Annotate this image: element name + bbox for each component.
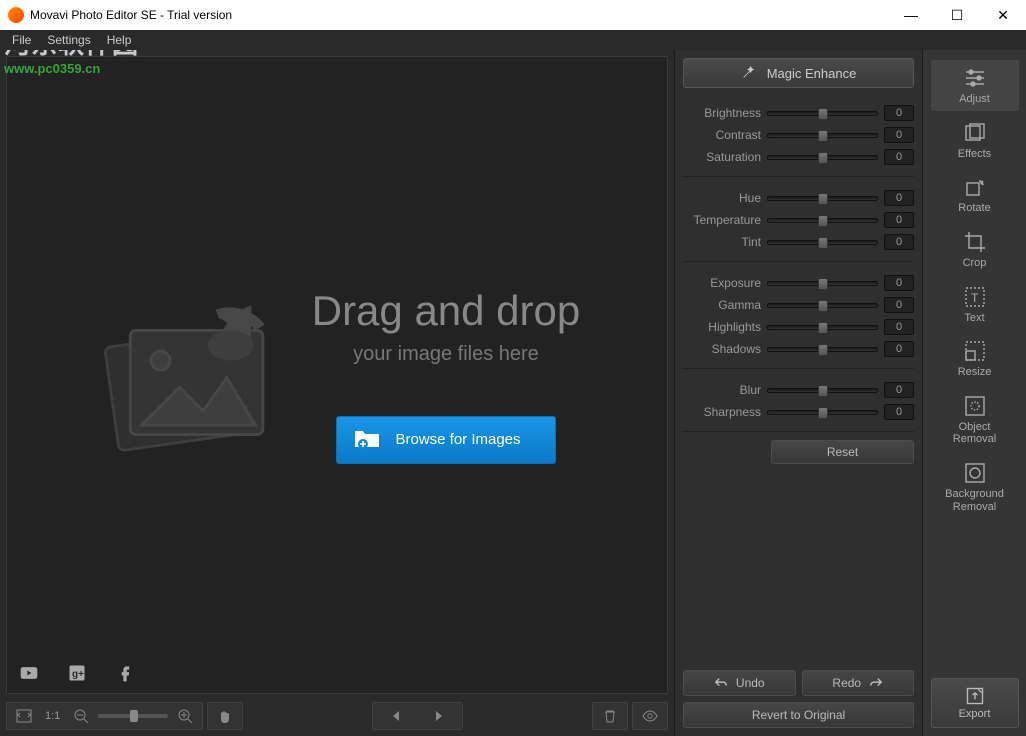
tint-value[interactable]: 0 (884, 234, 914, 250)
facebook-link[interactable] (113, 661, 137, 685)
sharpness-slider[interactable] (767, 410, 878, 415)
window-title: Movavi Photo Editor SE - Trial version (30, 8, 232, 22)
tool-background-removal-label: Background Removal (945, 488, 1004, 513)
window-minimize-button[interactable]: — (888, 0, 934, 30)
highlights-label: Highlights (683, 320, 761, 334)
tool-crop[interactable]: Crop (931, 224, 1019, 275)
contrast-slider[interactable] (767, 133, 878, 138)
contrast-label: Contrast (683, 128, 761, 142)
undo-label: Undo (736, 676, 765, 690)
undo-button[interactable]: Undo (683, 670, 796, 696)
canvas-dropzone[interactable]: Drag and drop your image files here Brow… (6, 56, 668, 694)
adjust-panel: Magic Enhance Brightness 0 Contrast 0 Satu… (674, 50, 922, 736)
export-button[interactable]: Export (931, 678, 1019, 728)
brightness-slider[interactable] (767, 111, 878, 116)
fit-screen-button[interactable] (10, 704, 38, 728)
bottom-toolbar: 1:1 (6, 700, 668, 732)
menu-settings[interactable]: Settings (41, 32, 96, 48)
next-image-button[interactable] (419, 704, 459, 728)
svg-text:T: T (971, 291, 979, 305)
zoom-out-button[interactable] (67, 704, 95, 728)
sharpness-label: Sharpness (683, 405, 761, 419)
tool-rotate[interactable]: Rotate (931, 169, 1019, 220)
prev-image-button[interactable] (376, 704, 416, 728)
hue-label: Hue (683, 191, 761, 205)
tool-resize-label: Resize (958, 366, 992, 379)
window-maximize-button[interactable]: ☐ (934, 0, 980, 30)
brightness-label: Brightness (683, 106, 761, 120)
tool-sidebar: Adjust Effects Rotate Crop T Text Resize (922, 50, 1026, 736)
export-label: Export (959, 708, 991, 720)
magic-enhance-label: Magic Enhance (767, 66, 857, 81)
tool-object-removal[interactable]: Object Removal (931, 388, 1019, 451)
preview-button[interactable] (636, 704, 664, 728)
saturation-slider[interactable] (767, 155, 878, 160)
temperature-slider[interactable] (767, 218, 878, 223)
tool-resize[interactable]: Resize (931, 333, 1019, 384)
drop-title: Drag and drop (312, 287, 581, 335)
window-titlebar: Movavi Photo Editor SE - Trial version —… (0, 0, 1026, 30)
redo-label: Redo (832, 676, 861, 690)
exposure-slider[interactable] (767, 281, 878, 286)
tool-effects-label: Effects (958, 148, 991, 161)
gamma-label: Gamma (683, 298, 761, 312)
shadows-slider[interactable] (767, 347, 878, 352)
menu-file[interactable]: File (6, 32, 37, 48)
browse-images-label: Browse for Images (395, 431, 520, 448)
sharpness-value[interactable]: 0 (884, 404, 914, 420)
temperature-value[interactable]: 0 (884, 212, 914, 228)
gamma-slider[interactable] (767, 303, 878, 308)
menu-help[interactable]: Help (101, 32, 138, 48)
gamma-value[interactable]: 0 (884, 297, 914, 313)
blur-value[interactable]: 0 (884, 382, 914, 398)
magic-enhance-button[interactable]: Magic Enhance (683, 58, 914, 88)
delete-button[interactable] (596, 704, 624, 728)
reset-button[interactable]: Reset (771, 440, 914, 464)
window-close-button[interactable]: ✕ (980, 0, 1026, 30)
drop-subtitle: your image files here (353, 343, 539, 366)
tool-object-removal-label: Object Removal (953, 421, 996, 446)
saturation-label: Saturation (683, 150, 761, 164)
blur-slider[interactable] (767, 388, 878, 393)
highlights-slider[interactable] (767, 325, 878, 330)
browse-images-button[interactable]: Browse for Images (336, 416, 555, 464)
tool-text[interactable]: T Text (931, 279, 1019, 330)
tint-slider[interactable] (767, 240, 878, 245)
revert-button[interactable]: Revert to Original (683, 702, 914, 728)
highlights-value[interactable]: 0 (884, 319, 914, 335)
folder-add-icon (353, 427, 381, 453)
menu-bar: File Settings Help (0, 30, 1026, 50)
app-icon (8, 7, 24, 23)
exposure-label: Exposure (683, 276, 761, 290)
zoom-slider[interactable] (98, 714, 168, 718)
zoom-in-button[interactable] (171, 704, 199, 728)
google-plus-link[interactable]: g+ (65, 661, 89, 685)
blur-label: Blur (683, 383, 761, 397)
svg-text:g+: g+ (72, 669, 84, 680)
saturation-value[interactable]: 0 (884, 149, 914, 165)
hue-value[interactable]: 0 (884, 190, 914, 206)
contrast-value[interactable]: 0 (884, 127, 914, 143)
temperature-label: Temperature (683, 213, 761, 227)
shadows-label: Shadows (683, 342, 761, 356)
zoom-actual-button[interactable]: 1:1 (41, 704, 64, 728)
hue-slider[interactable] (767, 196, 878, 201)
pan-hand-button[interactable] (211, 704, 239, 728)
tool-rotate-label: Rotate (958, 202, 990, 215)
exposure-value[interactable]: 0 (884, 275, 914, 291)
tool-adjust-label: Adjust (959, 93, 990, 106)
tool-text-label: Text (964, 312, 984, 325)
shadows-value[interactable]: 0 (884, 341, 914, 357)
tool-effects[interactable]: Effects (931, 115, 1019, 166)
youtube-link[interactable] (17, 661, 41, 685)
tint-label: Tint (683, 235, 761, 249)
redo-button[interactable]: Redo (802, 670, 915, 696)
tool-background-removal[interactable]: Background Removal (931, 455, 1019, 518)
tool-adjust[interactable]: Adjust (931, 60, 1019, 111)
drop-image-icon (94, 283, 284, 468)
brightness-value[interactable]: 0 (884, 105, 914, 121)
tool-crop-label: Crop (963, 257, 987, 270)
